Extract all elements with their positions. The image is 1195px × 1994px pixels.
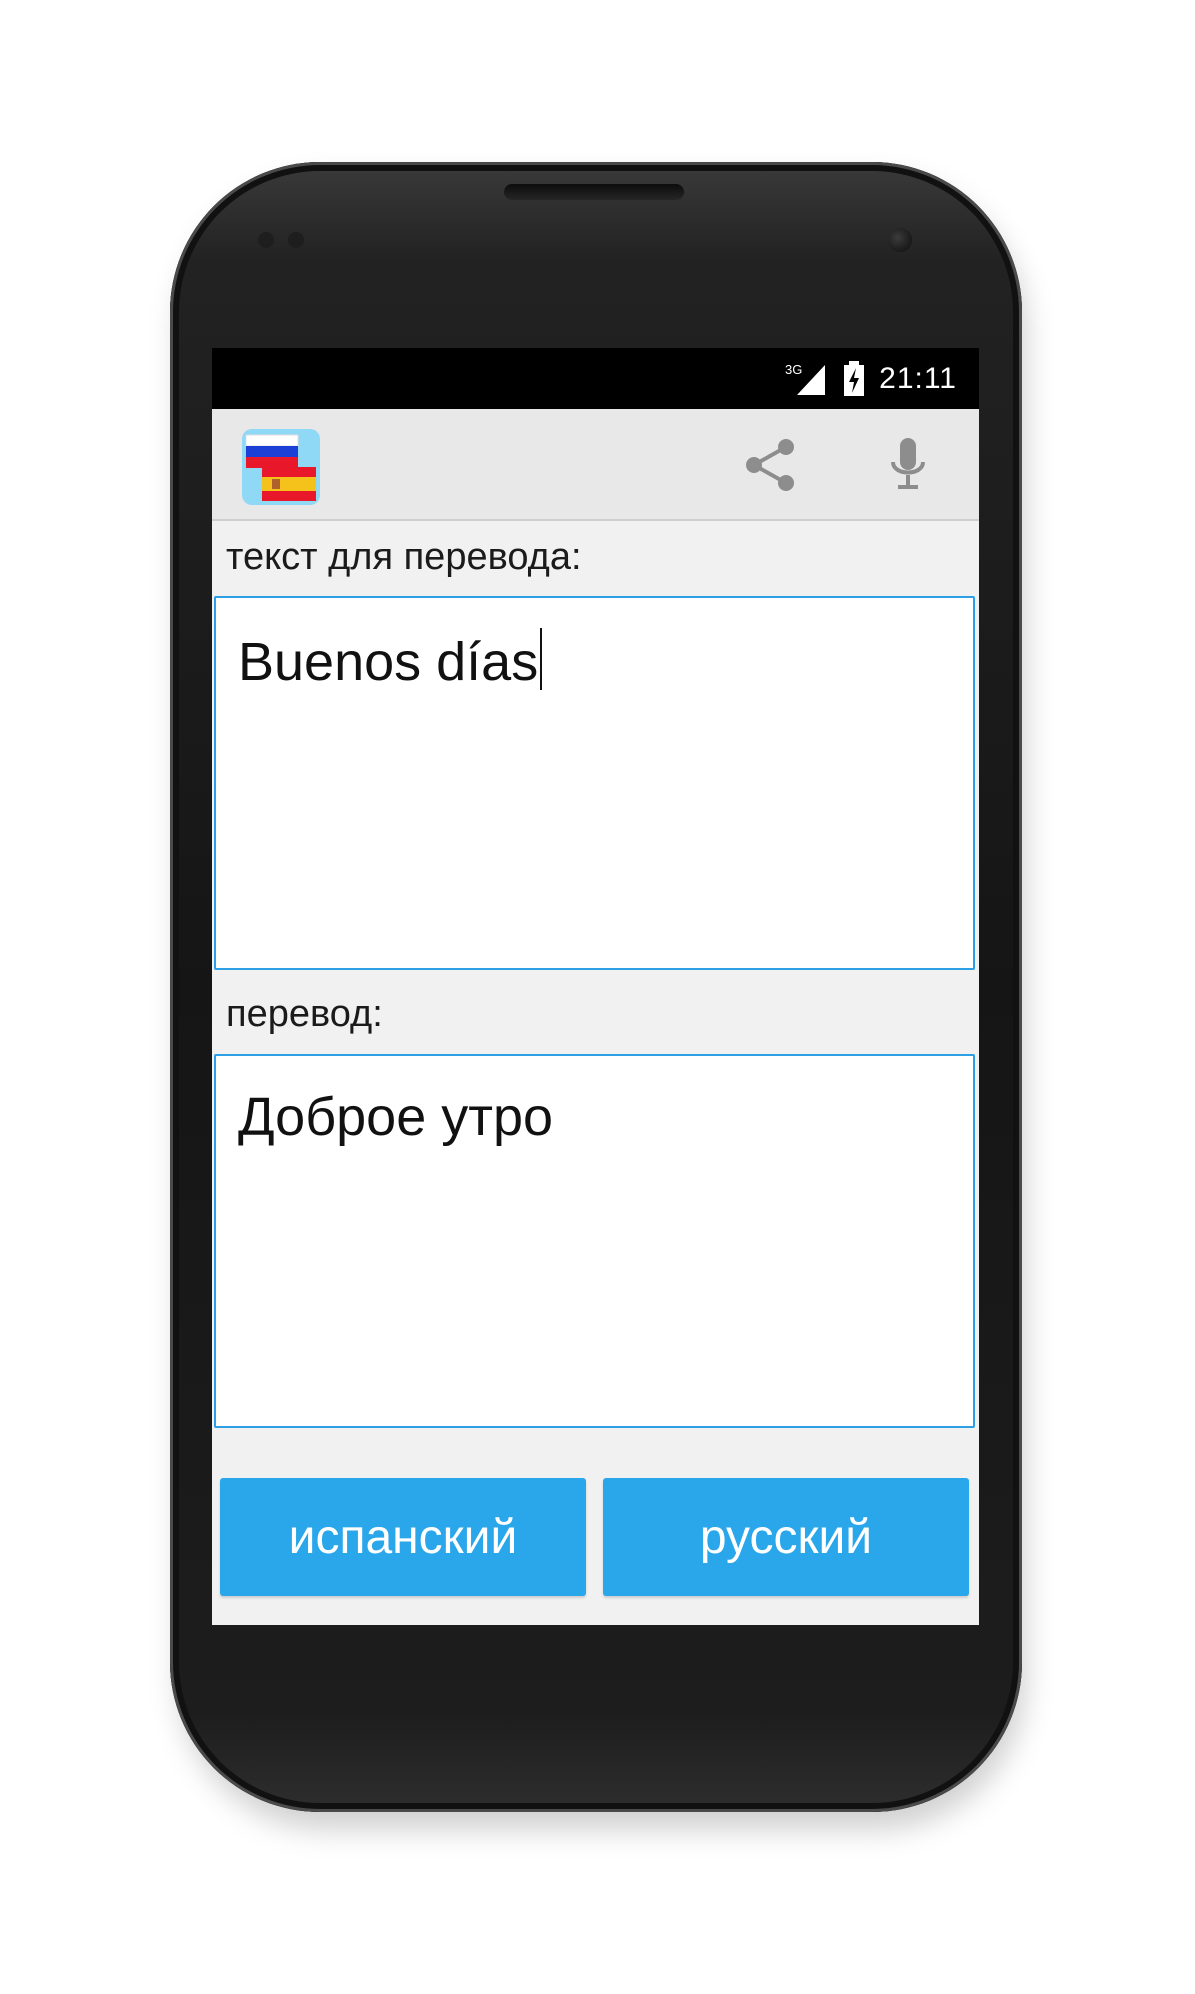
action-bar [212, 409, 979, 521]
clock: 21:11 [879, 361, 957, 395]
source-text-input[interactable]: Buenos días [214, 596, 975, 970]
light-sensor [288, 232, 304, 248]
translation-output[interactable]: Доброе утро [214, 1054, 975, 1428]
proximity-sensor [258, 232, 274, 248]
output-label: перевод: [226, 993, 383, 1035]
share-button[interactable] [738, 433, 802, 497]
share-icon [746, 439, 794, 491]
battery-charging-icon [843, 360, 865, 397]
network-type-label: 3G [785, 362, 802, 377]
signal-icon: 3G [785, 361, 829, 397]
translation-text: Доброе утро [238, 1087, 554, 1147]
microphone-icon [891, 438, 925, 489]
input-label: текст для перевода: [226, 536, 582, 578]
ru-es-flags-icon[interactable] [242, 429, 320, 505]
source-text: Buenos días [238, 632, 539, 692]
earpiece-speaker [504, 184, 684, 200]
source-language-button[interactable]: испанский [220, 1478, 586, 1596]
source-text-value: Buenos días [238, 628, 543, 693]
status-bar: 3G 21:11 [212, 348, 979, 409]
text-cursor [540, 628, 543, 690]
voice-input-button[interactable] [876, 433, 940, 497]
front-camera [888, 228, 912, 252]
app-screen: 3G 21:11 текст для перевода: Buenos días… [212, 348, 979, 1625]
target-language-button[interactable]: русский [603, 1478, 969, 1596]
